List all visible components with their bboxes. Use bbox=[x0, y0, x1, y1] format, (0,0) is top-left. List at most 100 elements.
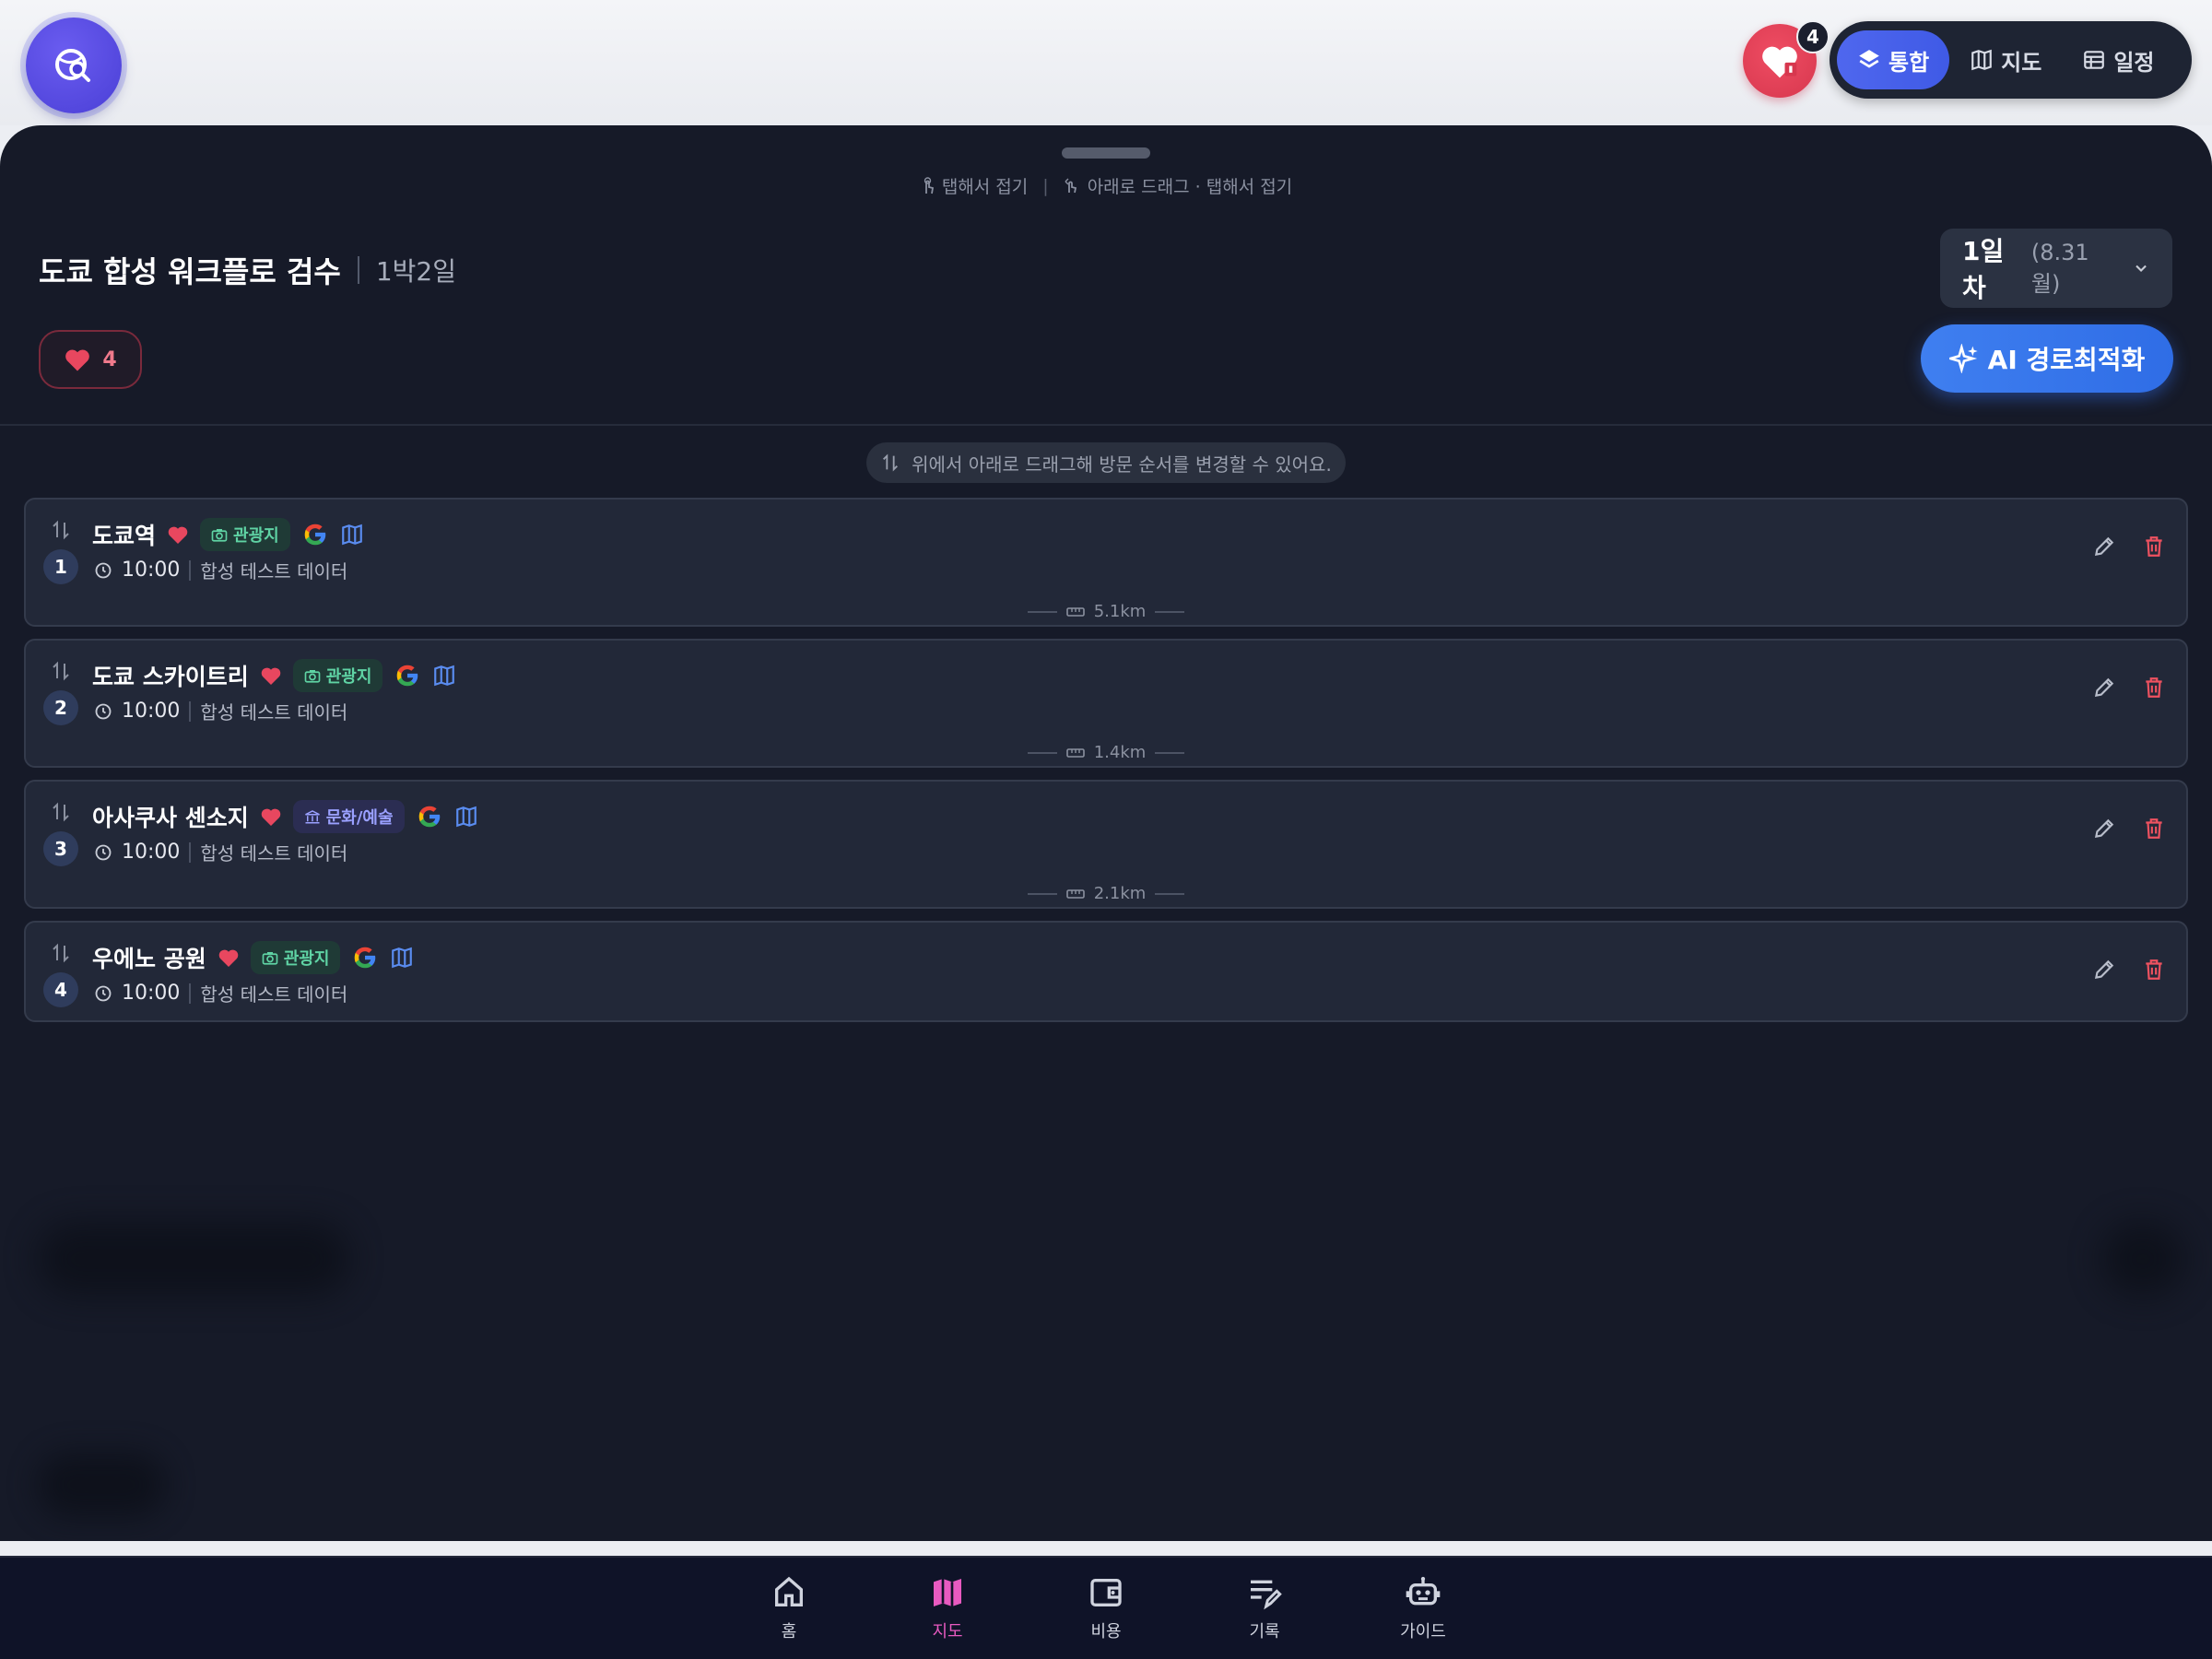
place-details: 10:00 합성 테스트 데이터 bbox=[94, 698, 347, 724]
edit-icon[interactable] bbox=[2092, 676, 2116, 700]
tab-combined-label: 통합 bbox=[1888, 49, 1930, 76]
nav-guide[interactable]: 가이드 bbox=[1381, 1558, 1465, 1659]
blurred-overlay bbox=[37, 1222, 350, 1296]
trip-title-row: 도쿄 합성 워크플로 검수 1박2일 bbox=[39, 249, 456, 291]
map-icon[interactable] bbox=[340, 523, 364, 547]
sheet-drag-handle[interactable] bbox=[1062, 147, 1150, 159]
layers-icon bbox=[1859, 50, 1879, 68]
reorder-handle[interactable]: 2 bbox=[42, 659, 79, 725]
reorder-hint-text: 위에서 아래로 드래그해 방문 순서를 변경할 수 있어요. bbox=[912, 453, 1332, 476]
category-tag: 관광지 bbox=[250, 941, 341, 974]
map-icon[interactable] bbox=[454, 805, 478, 829]
sheet-collapse-hint[interactable]: 탭해서 접기 | 아래로 드래그 · 탭해서 접기 bbox=[0, 173, 2212, 198]
nav-expenses-label: 비용 bbox=[1090, 1622, 1122, 1641]
heart-icon[interactable] bbox=[167, 524, 189, 545]
category-tag-label: 문화/예술 bbox=[325, 808, 394, 828]
google-icon[interactable] bbox=[301, 521, 329, 548]
chevron-down-icon bbox=[2136, 265, 2147, 272]
google-icon[interactable] bbox=[351, 944, 379, 971]
place-actions bbox=[2092, 958, 2166, 982]
place-card[interactable]: 1 도쿄역 관광지 10:00 합성 테스트 데이터 5.1km bbox=[24, 498, 2188, 627]
place-order-number: 1 bbox=[43, 549, 78, 584]
google-icon[interactable] bbox=[416, 803, 443, 830]
camera-icon bbox=[211, 529, 228, 542]
distance-to-next: 2.1km bbox=[26, 884, 2186, 903]
nav-records-label: 기록 bbox=[1249, 1622, 1280, 1641]
google-icon[interactable] bbox=[394, 662, 421, 689]
place-card[interactable]: 3 아사쿠사 센소지 문화/예술 10:00 합성 테스트 데이터 2.1km bbox=[24, 780, 2188, 909]
place-actions bbox=[2092, 535, 2166, 559]
category-tag-label: 관광지 bbox=[283, 949, 330, 969]
heart-icon[interactable] bbox=[218, 947, 240, 968]
nav-map[interactable]: 지도 bbox=[905, 1558, 990, 1659]
visit-time: 10:00 bbox=[122, 841, 181, 864]
distance-to-next: 1.4km bbox=[26, 743, 2186, 762]
reorder-handle[interactable]: 1 bbox=[42, 518, 79, 584]
place-header: 도쿄 스카이트리 관광지 bbox=[92, 659, 456, 692]
swap-vertical-icon bbox=[53, 802, 69, 822]
day-date: (8.31 월) bbox=[2030, 239, 2089, 297]
day-label: 1일차 bbox=[1962, 236, 2005, 303]
place-name: 아사쿠사 센소지 bbox=[92, 805, 249, 831]
trash-icon[interactable] bbox=[2142, 817, 2166, 841]
nav-home[interactable]: 홈 bbox=[747, 1558, 831, 1659]
category-tag: 관광지 bbox=[292, 659, 383, 692]
edit-icon[interactable] bbox=[2092, 535, 2116, 559]
distance-value: 2.1km bbox=[1093, 884, 1147, 903]
nav-home-label: 홈 bbox=[781, 1622, 797, 1641]
like-count: 4 bbox=[102, 347, 117, 371]
trash-icon[interactable] bbox=[2142, 676, 2166, 700]
table-icon bbox=[2084, 51, 2105, 69]
search-logo-button[interactable] bbox=[26, 18, 122, 113]
place-card[interactable]: 4 우에노 공원 관광지 10:00 합성 테스트 데이터 bbox=[24, 921, 2188, 1022]
trash-icon[interactable] bbox=[2142, 958, 2166, 982]
view-mode-switcher: 통합 지도 일정 bbox=[1830, 21, 2192, 99]
map-icon bbox=[1971, 49, 1993, 71]
edit-icon[interactable] bbox=[2092, 958, 2116, 982]
place-description: 합성 테스트 데이터 bbox=[200, 701, 348, 724]
map-icon bbox=[934, 1579, 961, 1606]
search-globe-icon bbox=[55, 49, 90, 82]
distance-line bbox=[1155, 751, 1185, 754]
place-card[interactable]: 2 도쿄 스카이트리 관광지 10:00 합성 테스트 데이터 1.4km bbox=[24, 639, 2188, 768]
place-description: 합성 테스트 데이터 bbox=[200, 560, 348, 582]
tab-schedule[interactable]: 일정 bbox=[2062, 30, 2174, 89]
map-icon[interactable] bbox=[432, 664, 456, 688]
clock-icon bbox=[95, 844, 112, 860]
day-selector[interactable]: 1일차 (8.31 월) bbox=[1940, 229, 2172, 308]
trash-icon[interactable] bbox=[2142, 535, 2166, 559]
map-icon[interactable] bbox=[390, 946, 414, 970]
reorder-handle[interactable]: 4 bbox=[42, 941, 79, 1007]
place-actions bbox=[2092, 676, 2166, 700]
favorites-button[interactable]: 4 bbox=[1743, 20, 1830, 98]
camera-icon bbox=[262, 952, 278, 965]
heart-icon[interactable] bbox=[260, 665, 282, 686]
reorder-handle[interactable]: 3 bbox=[42, 800, 79, 866]
tab-map[interactable]: 지도 bbox=[1949, 30, 2062, 89]
place-order-number: 2 bbox=[43, 690, 78, 725]
swipe-icon bbox=[1065, 178, 1077, 193]
sparkle-icon bbox=[1948, 344, 1978, 373]
distance-value: 5.1km bbox=[1093, 602, 1147, 621]
swap-vertical-icon bbox=[53, 943, 69, 963]
ai-route-optimize-button[interactable]: AI 경로최적화 bbox=[1921, 324, 2173, 393]
distance-line bbox=[1155, 892, 1185, 895]
tab-combined[interactable]: 통합 bbox=[1837, 30, 1950, 89]
place-description: 합성 테스트 데이터 bbox=[200, 842, 348, 865]
distance-line bbox=[1155, 610, 1185, 613]
nav-expenses[interactable]: 비용 bbox=[1064, 1558, 1148, 1659]
detail-divider bbox=[189, 559, 192, 581]
place-details: 10:00 합성 테스트 데이터 bbox=[94, 980, 347, 1006]
heart-icon[interactable] bbox=[260, 806, 282, 827]
like-filter-chip[interactable]: 4 bbox=[39, 330, 142, 389]
ai-route-optimize-label: AI 경로최적화 bbox=[1987, 345, 2146, 375]
hint-separator: | bbox=[1042, 175, 1049, 196]
home-icon bbox=[775, 1576, 803, 1606]
place-details: 10:00 합성 테스트 데이터 bbox=[94, 557, 347, 583]
robot-icon bbox=[1406, 1576, 1441, 1606]
edit-icon[interactable] bbox=[2092, 817, 2116, 841]
clock-icon bbox=[95, 985, 112, 1001]
category-tag-label: 관광지 bbox=[325, 667, 372, 687]
nav-records[interactable]: 기록 bbox=[1222, 1558, 1307, 1659]
place-header: 아사쿠사 센소지 문화/예술 bbox=[92, 800, 478, 833]
